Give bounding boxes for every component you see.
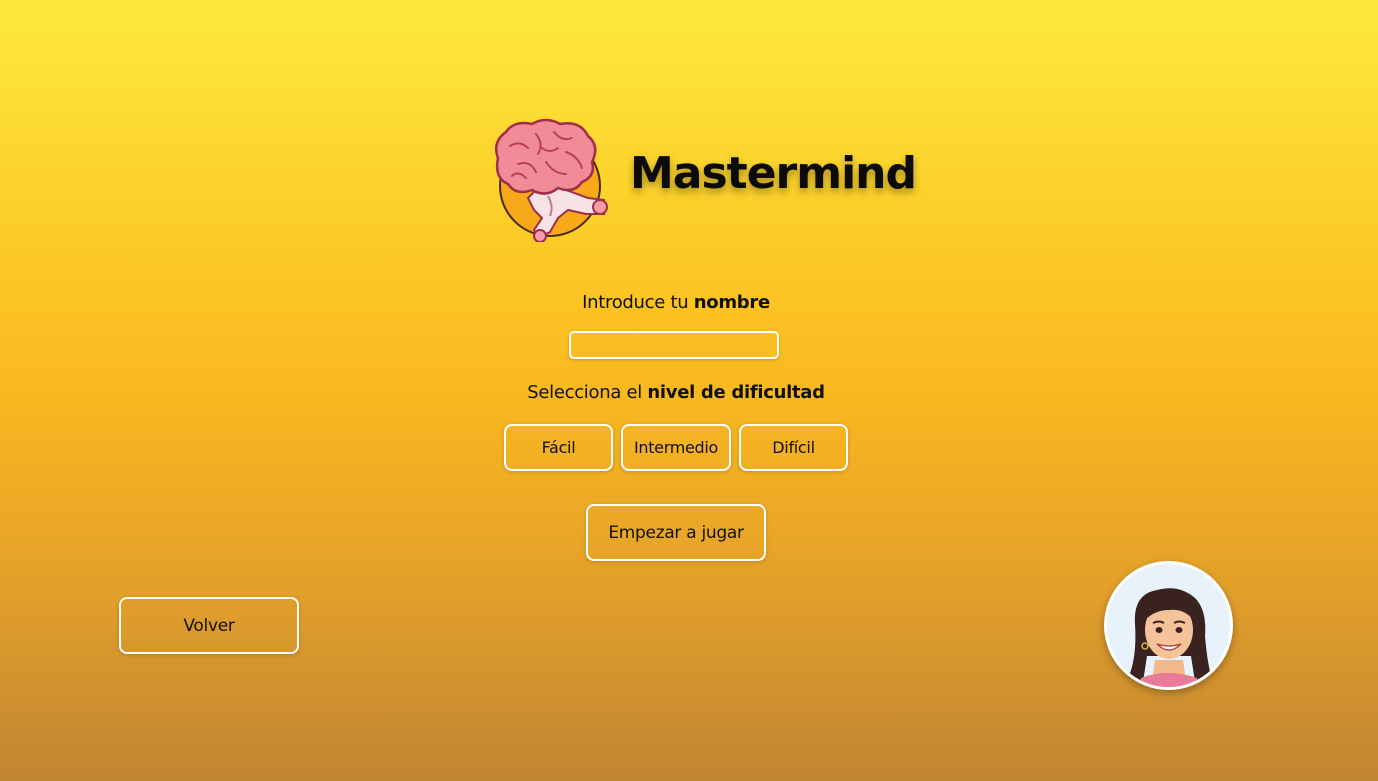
level-hard-button[interactable]: Difícil: [739, 424, 848, 471]
name-label: Introduce tu nombre: [0, 292, 1352, 313]
name-input[interactable]: [569, 331, 779, 359]
level-label-prefix: Selecciona el: [527, 382, 648, 403]
brain-runner-icon: [488, 118, 610, 243]
back-button[interactable]: Volver: [119, 597, 299, 654]
name-label-prefix: Introduce tu: [582, 292, 694, 313]
level-easy-button[interactable]: Fácil: [504, 424, 613, 471]
user-avatar-icon[interactable]: [1104, 561, 1233, 690]
name-label-bold: nombre: [693, 292, 770, 313]
level-intermediate-button[interactable]: Intermedio: [621, 424, 731, 471]
level-label: Selecciona el nivel de dificultad: [0, 382, 1352, 403]
start-game-button[interactable]: Empezar a jugar: [586, 504, 766, 561]
level-label-bold: nivel de dificultad: [647, 382, 825, 403]
header: Mastermind: [488, 118, 917, 244]
app-title: Mastermind: [630, 148, 917, 199]
